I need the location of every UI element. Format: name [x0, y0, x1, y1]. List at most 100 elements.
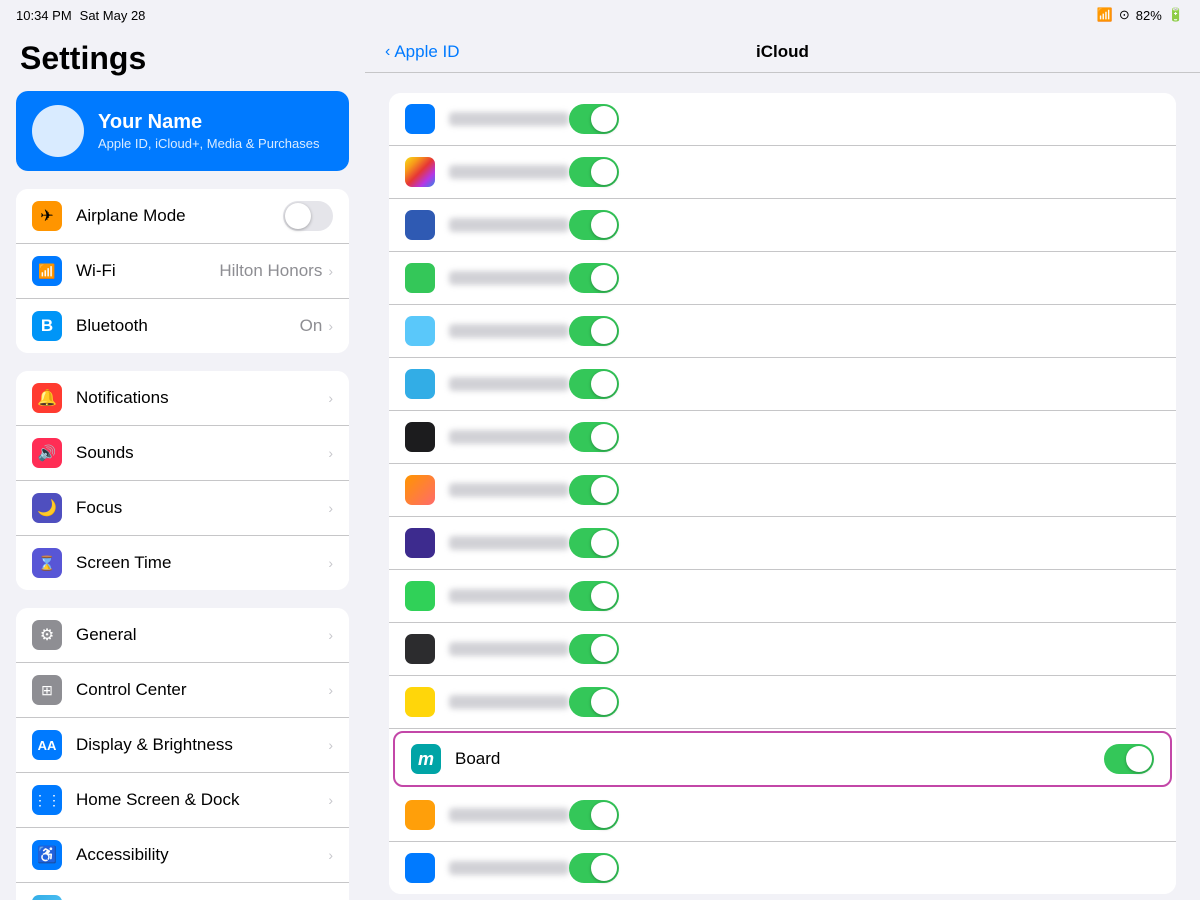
app-toggle-7[interactable] [569, 422, 619, 452]
sidebar-item-control-center[interactable]: ⊞ Control Center › [16, 663, 349, 718]
app-toggle-after2[interactable] [569, 853, 619, 883]
app-name-blurred-2 [449, 165, 569, 179]
app-toggle-after1[interactable] [569, 800, 619, 830]
sidebar-item-notifications[interactable]: 🔔 Notifications › [16, 371, 349, 426]
settings-group-notifications: 🔔 Notifications › 🔊 Sounds › 🌙 Focus › ⌛… [16, 371, 349, 590]
app-icon-5 [405, 316, 435, 346]
sounds-icon: 🔊 [32, 438, 62, 468]
board-app-name: Board [455, 749, 1104, 769]
app-icon-11 [405, 634, 435, 664]
app-toggle-1[interactable] [569, 104, 619, 134]
app-name-blurred-5 [449, 324, 569, 338]
control-center-label: Control Center [76, 680, 328, 700]
icloud-app-row[interactable] [389, 676, 1176, 729]
battery-percent: 82% [1136, 8, 1162, 23]
board-app-icon: m [411, 744, 441, 774]
app-name-blurred-11 [449, 642, 569, 656]
app-name-blurred-6 [449, 377, 569, 391]
notifications-label: Notifications [76, 388, 328, 408]
icloud-app-row[interactable] [389, 464, 1176, 517]
sidebar: Settings Your Name Apple ID, iCloud+, Me… [0, 30, 365, 900]
app-toggle-4[interactable] [569, 263, 619, 293]
sidebar-title: Settings [16, 40, 349, 77]
avatar [32, 105, 84, 157]
bluetooth-icon: B [32, 311, 62, 341]
icloud-app-row[interactable] [389, 570, 1176, 623]
board-toggle[interactable] [1104, 744, 1154, 774]
sidebar-item-wifi[interactable]: 📶 Wi-Fi Hilton Honors › [16, 244, 349, 299]
sidebar-item-display-brightness[interactable]: AA Display & Brightness › [16, 718, 349, 773]
app-name-blurred-7 [449, 430, 569, 444]
icloud-app-row[interactable] [389, 93, 1176, 146]
icloud-app-row[interactable] [389, 842, 1176, 894]
airplane-icon: ✈ [32, 201, 62, 231]
sidebar-item-home-screen[interactable]: ⋮⋮ Home Screen & Dock › [16, 773, 349, 828]
icloud-board-row[interactable]: m Board [393, 731, 1172, 787]
sidebar-item-sounds[interactable]: 🔊 Sounds › [16, 426, 349, 481]
sidebar-item-screen-time[interactable]: ⌛ Screen Time › [16, 536, 349, 590]
app-toggle-3[interactable] [569, 210, 619, 240]
app-name-blurred-4 [449, 271, 569, 285]
back-button[interactable]: ‹ Apple ID [385, 42, 460, 62]
home-screen-label: Home Screen & Dock [76, 790, 328, 810]
focus-label: Focus [76, 498, 328, 518]
location-icon: ⊙ [1119, 7, 1130, 23]
icloud-app-row[interactable] [389, 517, 1176, 570]
notifications-icon: 🔔 [32, 383, 62, 413]
app-icon-after2 [405, 853, 435, 883]
back-chevron-icon: ‹ [385, 43, 390, 61]
wifi-settings-icon: 📶 [32, 256, 62, 286]
sidebar-item-wallpaper[interactable]: ❋ Wallpaper › [16, 883, 349, 900]
app-toggle-12[interactable] [569, 687, 619, 717]
app-name-blurred-1 [449, 112, 569, 126]
app-icon-3 [405, 210, 435, 240]
screen-time-label: Screen Time [76, 553, 328, 573]
content-header: ‹ Apple ID iCloud [365, 30, 1200, 73]
app-toggle-10[interactable] [569, 581, 619, 611]
app-name-blurred-3 [449, 218, 569, 232]
status-time: 10:34 PM [16, 8, 72, 23]
app-toggle-8[interactable] [569, 475, 619, 505]
sidebar-item-accessibility[interactable]: ♿ Accessibility › [16, 828, 349, 883]
battery-icon: 🔋 [1168, 7, 1184, 23]
app-toggle-9[interactable] [569, 528, 619, 558]
app-icon-12 [405, 687, 435, 717]
icloud-app-row[interactable] [389, 252, 1176, 305]
settings-group-display: ⚙ General › ⊞ Control Center › AA Displa… [16, 608, 349, 900]
app-toggle-5[interactable] [569, 316, 619, 346]
icloud-app-row[interactable] [389, 199, 1176, 252]
screen-time-icon: ⌛ [32, 548, 62, 578]
status-bar: 10:34 PM Sat May 28 📶 ⊙ 82% 🔋 [0, 0, 1200, 30]
profile-card[interactable]: Your Name Apple ID, iCloud+, Media & Pur… [16, 91, 349, 171]
icloud-app-row[interactable] [389, 358, 1176, 411]
general-icon: ⚙ [32, 620, 62, 650]
airplane-toggle[interactable] [283, 201, 333, 231]
icloud-app-row[interactable] [389, 305, 1176, 358]
icloud-app-row[interactable] [389, 146, 1176, 199]
profile-name: Your Name [98, 111, 333, 134]
wifi-value: Hilton Honors [219, 261, 322, 281]
focus-icon: 🌙 [32, 493, 62, 523]
app-toggle-2[interactable] [569, 157, 619, 187]
display-label: Display & Brightness [76, 735, 328, 755]
content-area: ‹ Apple ID iCloud [365, 30, 1200, 900]
icloud-app-row[interactable] [389, 789, 1176, 842]
sidebar-item-general[interactable]: ⚙ General › [16, 608, 349, 663]
sidebar-item-bluetooth[interactable]: B Bluetooth On › [16, 299, 349, 353]
app-toggle-11[interactable] [569, 634, 619, 664]
sounds-label: Sounds [76, 443, 328, 463]
sidebar-item-focus[interactable]: 🌙 Focus › [16, 481, 349, 536]
app-icon-4 [405, 263, 435, 293]
icloud-app-row[interactable] [389, 411, 1176, 464]
app-icon-10 [405, 581, 435, 611]
accessibility-icon: ♿ [32, 840, 62, 870]
back-label: Apple ID [394, 42, 459, 62]
settings-group-connectivity: ✈ Airplane Mode 📶 Wi-Fi Hilton Honors › … [16, 189, 349, 353]
icloud-app-row[interactable] [389, 623, 1176, 676]
control-center-icon: ⊞ [32, 675, 62, 705]
app-toggle-6[interactable] [569, 369, 619, 399]
app-name-blurred-9 [449, 536, 569, 550]
app-name-blurred-8 [449, 483, 569, 497]
display-icon: AA [32, 730, 62, 760]
sidebar-item-airplane-mode[interactable]: ✈ Airplane Mode [16, 189, 349, 244]
